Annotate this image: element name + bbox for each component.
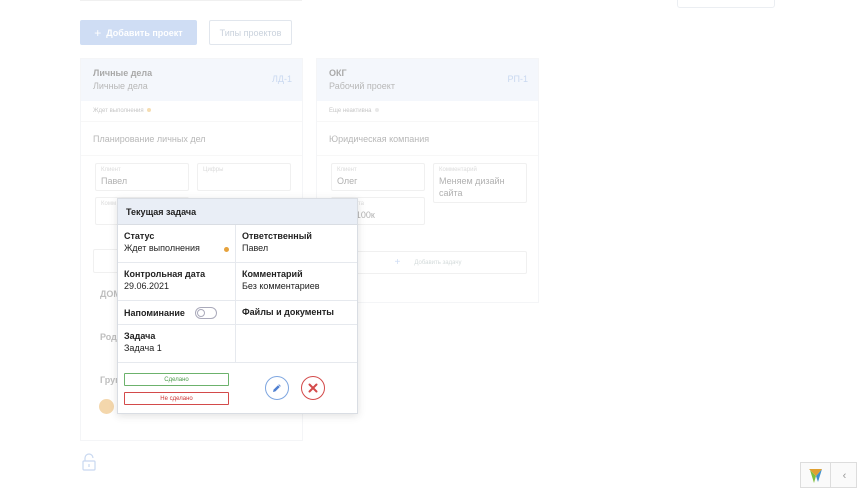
task-title: Задача [124,331,156,341]
project-code: ЛД-1 [271,74,292,84]
responsible-title: Ответственный [242,231,312,241]
edit-button[interactable] [265,376,289,400]
done-button[interactable]: Сделано [124,373,229,386]
comment-title: Комментарий [242,269,303,279]
close-icon [308,383,318,393]
section-family: Род [100,332,117,342]
status-dot-icon [146,108,151,113]
status-value: Ждет выполнения [124,243,200,253]
reminder-row: Напоминание [124,307,229,319]
top-right-button[interactable] [677,0,775,8]
responsible-cell: Ответственный Павел [236,225,357,263]
comment-value: Меняем дизайн сайта [439,176,505,198]
project-status-text: Еще неактивна [329,108,372,114]
project-types-button[interactable]: Типы проектов [209,20,292,45]
project-status-text: Ждет выполнения [93,108,144,114]
project-card-header: ОКГ Рабочий проект РП-1 [317,59,538,101]
unlock-icon[interactable] [82,453,96,471]
status-dot-icon [224,247,229,252]
client-field[interactable]: Клиент Павел [95,163,189,191]
pencil-icon [273,384,281,392]
avatar[interactable] [99,399,114,414]
not-done-button[interactable]: Не сделано [124,392,229,405]
add-task-label: Добавить задачу [414,259,462,266]
toggle-knob [196,309,205,317]
page: + Добавить проект Типы проектов Личные д… [0,0,857,488]
task-value: Задача 1 [124,343,162,353]
deadline-value: 29.06.2021 [124,281,170,291]
client-value: Павел [101,176,128,186]
project-status: Еще неактивна [317,101,538,122]
client-value: Олег [337,176,358,186]
divider [80,0,302,1]
add-project-label: Добавить проект [106,27,183,38]
reminder-title: Напоминание [124,308,185,318]
yii-logo-icon[interactable] [801,463,831,488]
logo-shape [808,469,822,483]
plus-icon: + [94,25,102,40]
project-status: Ждет выполнения [81,101,302,122]
delete-button[interactable] [301,376,325,400]
popup-title: Текущая задача [118,199,357,225]
deadline-cell: Контрольная дата 29.06.2021 [118,263,236,301]
comment-field[interactable]: Комментарий Меняем дизайн сайта [433,163,527,203]
task-cell: Задача Задача 1 [118,325,236,363]
deadline-title: Контрольная дата [124,269,206,279]
project-type: Рабочий проект [329,81,395,91]
empty-cell [236,325,357,363]
files-title: Файлы и документы [242,307,334,317]
project-description: Планирование личных дел [81,122,302,156]
project-card-header: Личные дела Личные дела ЛД-1 [81,59,302,101]
numbers-field[interactable]: Цифры [197,163,291,191]
client-field[interactable]: Клиент Олег [331,163,425,191]
files-cell[interactable]: Файлы и документы [236,301,357,325]
comment-label: Комментарий [439,167,477,173]
project-name: ОКГ [329,68,347,78]
project-description: Юридическая компания [317,122,538,156]
add-task-button[interactable]: + Добавить задачу [329,251,527,274]
project-code: РП-1 [507,74,528,84]
current-task-popup: Текущая задача Статус Ждет выполнения От… [117,198,358,414]
project-name: Личные дела [93,68,153,78]
client-label: Клиент [101,167,121,173]
task-details-grid: Статус Ждет выполнения Ответственный Пав… [118,225,357,363]
reminder-cell: Напоминание [118,301,236,325]
status-cell: Статус Ждет выполнения [118,225,236,263]
status-title: Статус [124,231,155,241]
popup-actions: Сделано Не сделано [118,363,357,415]
yii-debug-toolbar[interactable]: ‹ [800,462,857,488]
chevron-left-icon[interactable]: ‹ [831,463,857,488]
client-label: Клиент [337,167,357,173]
responsible-value: Павел [242,243,269,253]
plus-icon: + [394,257,401,268]
project-type: Личные дела [93,81,148,91]
comment-value: Без комментариев [242,281,320,291]
comment-cell: Комментарий Без комментариев [236,263,357,301]
numbers-label: Цифры [203,167,224,173]
reminder-toggle[interactable] [194,307,217,319]
add-project-button[interactable]: + Добавить проект [80,20,197,45]
status-dot-icon [374,108,379,113]
